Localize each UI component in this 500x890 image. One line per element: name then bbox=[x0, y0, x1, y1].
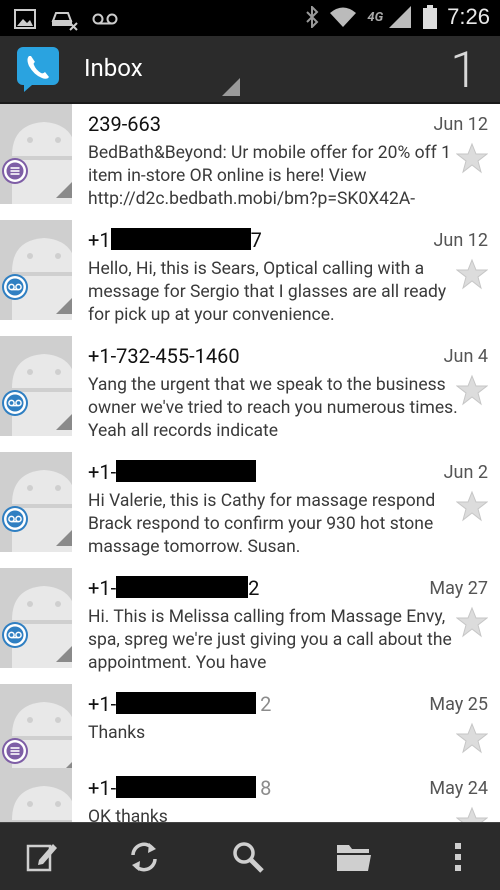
redaction-bar bbox=[116, 460, 257, 482]
message-preview: Hi Valerie, this is Cathy for massage re… bbox=[88, 491, 436, 557]
voicemail-badge-icon bbox=[2, 622, 28, 648]
star-icon[interactable] bbox=[456, 722, 488, 754]
battery-icon bbox=[423, 5, 438, 29]
compose-button[interactable] bbox=[22, 837, 62, 877]
action-bar: Inbox 1 bbox=[0, 36, 500, 104]
network-type: 4G bbox=[367, 9, 384, 25]
redaction-bar bbox=[116, 576, 249, 598]
folder-button[interactable] bbox=[334, 837, 374, 877]
message-row[interactable]: +1 7 Jun 12 Hello, Hi, this is Sears, Opt… bbox=[0, 220, 500, 337]
message-preview: Hello, Hi, this is Sears, Optical callin… bbox=[88, 259, 447, 325]
voicemail-badge-icon bbox=[2, 390, 28, 416]
message-type-badge-icon bbox=[2, 158, 28, 184]
sender-name: +1-732-455-1460 bbox=[88, 344, 240, 368]
message-date: May 27 bbox=[429, 578, 488, 599]
message-date: May 24 bbox=[429, 778, 488, 799]
contact-avatar[interactable] bbox=[0, 336, 72, 436]
sender-name: +1 7 bbox=[88, 228, 262, 252]
avatar-corner bbox=[56, 414, 72, 430]
star-icon[interactable] bbox=[456, 142, 488, 174]
message-list[interactable]: 239-663 Jun 12 BedBath&Beyond: Ur mobile… bbox=[0, 104, 500, 822]
avatar-corner bbox=[56, 182, 72, 198]
avatar-corner bbox=[56, 646, 72, 662]
sender-name: +1- 2 bbox=[88, 576, 260, 600]
message-preview: Yang the urgent that we speak to the bus… bbox=[88, 375, 458, 441]
contact-avatar[interactable] bbox=[0, 568, 72, 668]
car-missed-icon bbox=[51, 12, 78, 31]
star-icon[interactable] bbox=[456, 606, 488, 638]
star-icon[interactable] bbox=[456, 374, 488, 406]
overflow-menu-button[interactable] bbox=[438, 837, 478, 877]
message-date: Jun 12 bbox=[433, 114, 489, 135]
message-preview: Thanks bbox=[88, 723, 146, 743]
message-preview: Hi. This is Melissa calling from Massage… bbox=[88, 607, 452, 673]
avatar-corner bbox=[56, 530, 72, 546]
message-type-badge-icon bbox=[2, 738, 28, 764]
redaction-bar bbox=[116, 776, 257, 798]
star-icon[interactable] bbox=[456, 490, 488, 522]
folder-icon bbox=[337, 845, 371, 871]
message-row[interactable]: +1- 2 May 27 Hi. This is Melissa calling … bbox=[0, 568, 500, 685]
phone-chat-icon[interactable] bbox=[16, 46, 62, 92]
message-row[interactable]: 239-663 Jun 12 BedBath&Beyond: Ur mobile… bbox=[0, 104, 500, 221]
voicemail-icon bbox=[92, 13, 118, 25]
message-date: Jun 12 bbox=[433, 230, 489, 251]
contact-avatar[interactable] bbox=[0, 104, 72, 204]
search-icon bbox=[233, 842, 264, 873]
signal-icon bbox=[389, 6, 412, 28]
redaction-bar bbox=[110, 228, 251, 250]
status-bar: 4G 7:26 bbox=[0, 0, 500, 36]
bottom-action-bar bbox=[0, 822, 500, 890]
voicemail-badge-icon bbox=[2, 506, 28, 532]
sender-name: +1- 8 bbox=[88, 776, 272, 800]
sender-name: 239-663 bbox=[88, 112, 161, 136]
message-preview: OK thanks bbox=[88, 807, 168, 822]
contact-avatar[interactable] bbox=[0, 220, 72, 320]
dropdown-indicator-icon[interactable] bbox=[222, 78, 240, 96]
sender-name: +1- 2 bbox=[88, 692, 272, 716]
message-preview: BedBath&Beyond: Ur mobile offer for 20% … bbox=[88, 143, 451, 209]
refresh-icon bbox=[131, 842, 157, 872]
contact-avatar[interactable] bbox=[0, 768, 72, 822]
image-icon bbox=[14, 9, 36, 29]
message-date: Jun 2 bbox=[443, 462, 488, 483]
bluetooth-icon bbox=[306, 6, 319, 28]
android-placeholder-icon bbox=[12, 786, 72, 820]
message-row[interactable]: +1- 2 May 25 Thanks bbox=[0, 684, 500, 784]
compose-icon bbox=[26, 844, 57, 872]
refresh-button[interactable] bbox=[124, 837, 164, 877]
message-date: Jun 4 bbox=[443, 346, 488, 367]
redaction-bar bbox=[116, 692, 257, 714]
overflow-menu-icon bbox=[455, 843, 461, 871]
contact-avatar[interactable] bbox=[0, 452, 72, 552]
message-row[interactable]: +1- 8 May 24 OK thanks bbox=[0, 768, 500, 822]
message-date: May 25 bbox=[429, 694, 488, 715]
message-row[interactable]: +1- Jun 2 Hi Valerie, this is Cathy for … bbox=[0, 452, 500, 569]
wifi-icon bbox=[330, 7, 357, 27]
message-row[interactable]: +1-732-455-1460 Jun 4 Yang the urgent th… bbox=[0, 336, 500, 453]
page-title[interactable]: Inbox bbox=[84, 54, 143, 82]
voicemail-badge-icon bbox=[2, 274, 28, 300]
star-icon[interactable] bbox=[456, 806, 488, 822]
unread-count: 1 bbox=[450, 42, 478, 100]
clock: 7:26 bbox=[447, 4, 490, 29]
star-icon[interactable] bbox=[456, 258, 488, 290]
sender-name: +1- bbox=[88, 460, 257, 484]
avatar-corner bbox=[56, 298, 72, 314]
search-button[interactable] bbox=[228, 837, 268, 877]
